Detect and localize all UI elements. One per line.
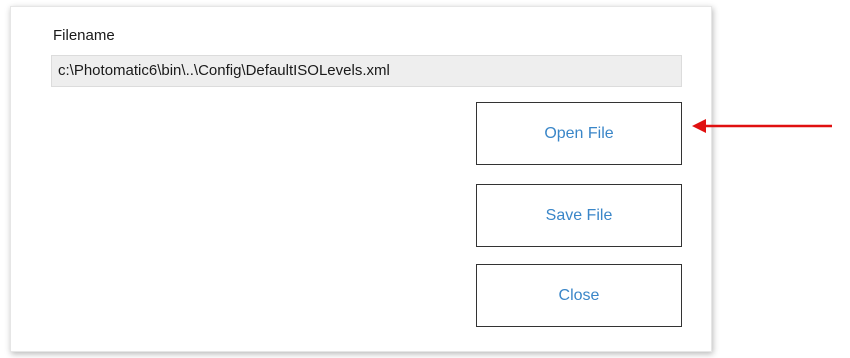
close-button-label: Close (558, 286, 600, 304)
open-file-button-label: Open File (544, 124, 614, 142)
close-button[interactable]: Close (476, 264, 682, 327)
screenshot-canvas: Filename c:\Photomatic6\bin\..\Config\De… (0, 0, 850, 358)
save-file-button[interactable]: Save File (476, 184, 682, 247)
open-file-button[interactable]: Open File (476, 102, 682, 165)
filename-label: Filename (53, 27, 115, 44)
red-arrow-icon (692, 119, 832, 133)
file-dialog: Filename c:\Photomatic6\bin\..\Config\De… (10, 6, 712, 352)
save-file-button-label: Save File (545, 206, 613, 224)
filename-field[interactable]: c:\Photomatic6\bin\..\Config\DefaultISOL… (51, 55, 682, 87)
